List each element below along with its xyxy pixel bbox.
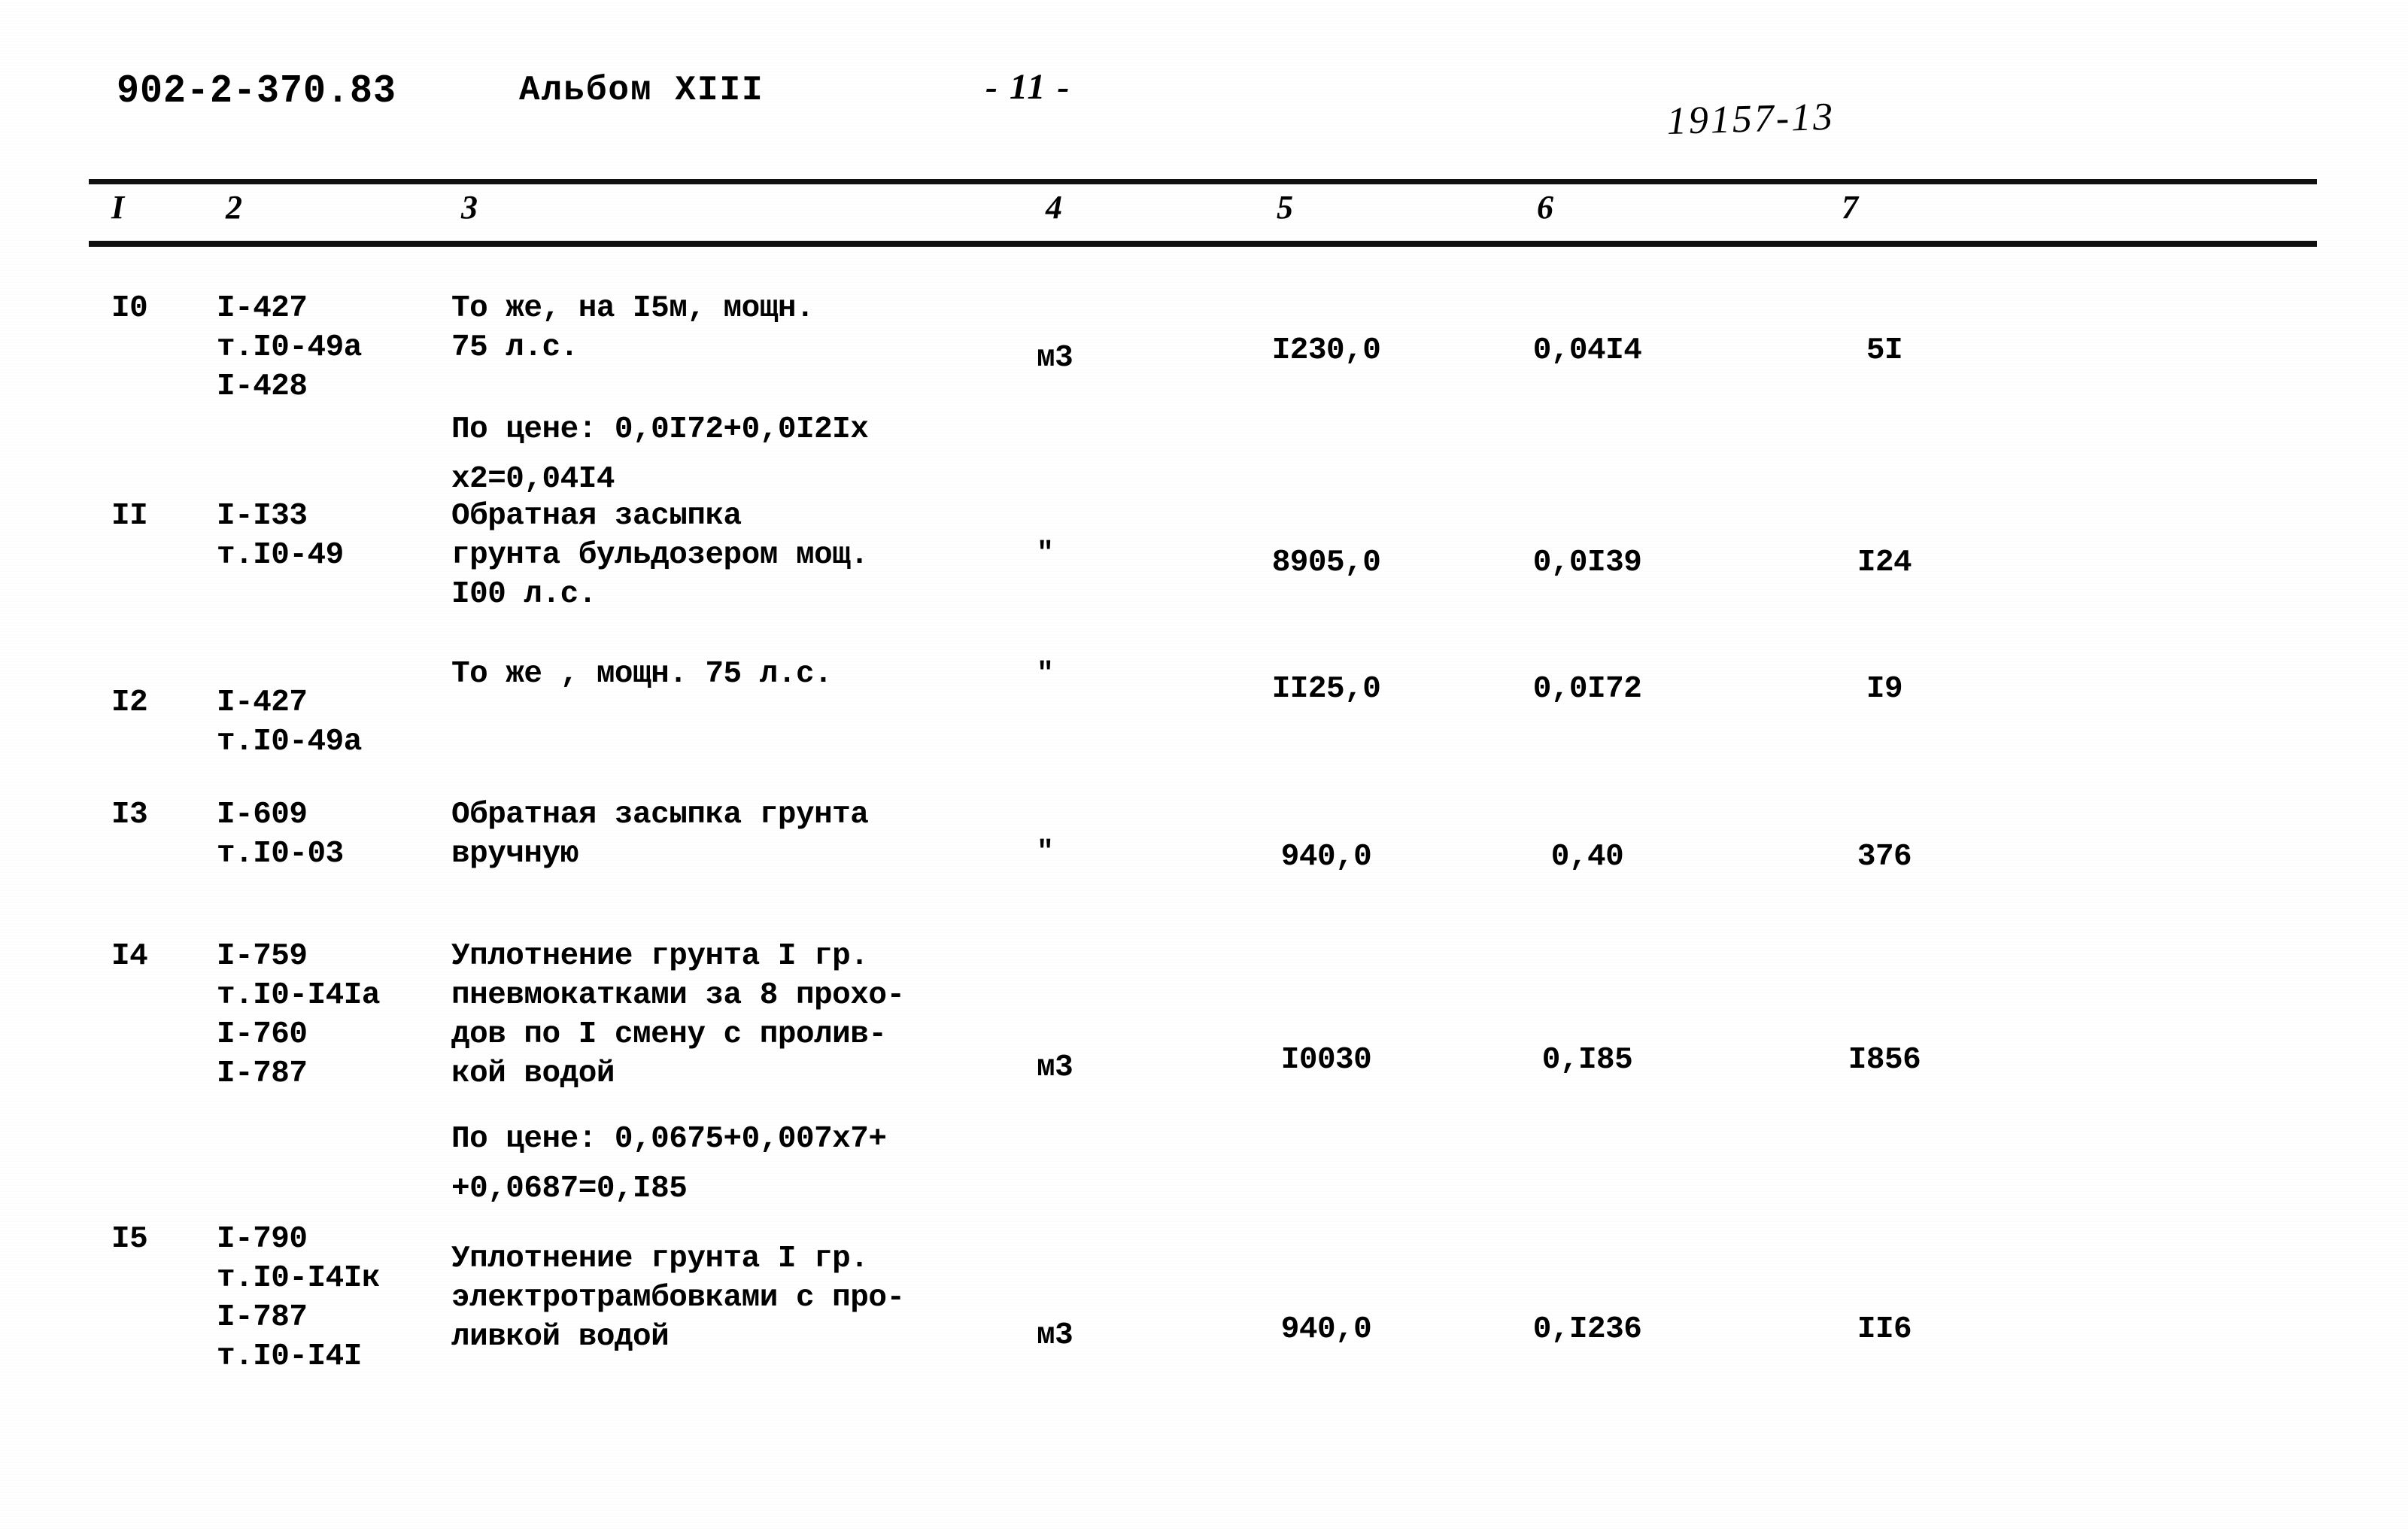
table-row: I2 I-427 т.I0-49а То же , мощн. 75 л.с. … — [0, 655, 2408, 779]
row-quantity: 8905,0 — [1271, 546, 1381, 580]
table-column-headers: I 2 3 4 5 6 7 — [0, 188, 2408, 241]
row-description: Уплотнение грунта I гр. пневмокатками за… — [451, 939, 905, 1091]
table-row: I5 I-790 т.I0-I4Iк I-787 т.I0-I4I Уплотн… — [0, 1208, 2408, 1374]
column-header-7: 7 — [1842, 189, 1858, 226]
row-unit: " — [1037, 658, 1054, 690]
row-unit-price: 0,I85 — [1541, 1043, 1633, 1078]
table-row: I0 I-427 т.I0-49а I-428 То же, на I5м, м… — [0, 256, 2408, 497]
column-header-3: 3 — [461, 189, 478, 226]
row-description: То же , мощн. 75 л.с. — [451, 657, 833, 692]
column-header-5: 5 — [1277, 189, 1293, 226]
archive-stamp-number: 19157-13 — [1666, 95, 1836, 143]
row-unit: " — [1037, 836, 1054, 868]
row-quantity: 940,0 — [1280, 840, 1372, 874]
row-unit-price: 0,40 — [1550, 840, 1624, 874]
row-price-formula: По цене: 0,0675+0,007х7+ +0,0687=0,I85 — [451, 1122, 887, 1206]
table-row: II I-I33 т.I0-49 Обратная засыпка грунта… — [0, 482, 2408, 655]
row-total: II6 — [1857, 1312, 1912, 1347]
row-quantity: I0030 — [1280, 1043, 1372, 1078]
row-unit-price: 0,0I72 — [1532, 672, 1642, 707]
row-unit: м3 — [1037, 1050, 1073, 1085]
row-description: Уплотнение грунта I гр. электротрамбовка… — [451, 1242, 905, 1354]
row-norm-code: I-I33 т.I0-49 — [217, 499, 344, 573]
row-total: I24 — [1857, 546, 1912, 580]
row-norm-code: I-427 т.I0-49а I-428 — [217, 291, 362, 404]
row-quantity: II25,0 — [1271, 672, 1381, 707]
row-quantity: I230,0 — [1271, 333, 1381, 368]
column-header-1: I — [111, 189, 125, 226]
column-header-2: 2 — [226, 189, 242, 226]
row-number: I2 — [111, 685, 148, 720]
document-page: 902-2-370.83 Альбом XIII - 11 - 19157-13… — [0, 0, 2408, 1529]
table-row: I4 I-759 т.I0-I4Iа I-760 I-787 Уплотнени… — [0, 922, 2408, 1208]
row-description: То же, на I5м, мощн. 75 л.с. — [451, 291, 815, 365]
row-total: I9 — [1866, 672, 1903, 707]
row-norm-code: I-609 т.I0-03 — [217, 798, 344, 871]
document-header: 902-2-370.83 Альбом XIII - 11 - 19157-13 — [0, 67, 2408, 143]
row-number: II — [111, 499, 148, 533]
row-number: I4 — [111, 939, 148, 974]
album-label: Альбом XIII — [519, 71, 764, 110]
row-norm-code: I-790 т.I0-I4Iк I-787 т.I0-I4I — [217, 1222, 380, 1374]
row-quantity: 940,0 — [1280, 1312, 1372, 1347]
row-total: 376 — [1857, 840, 1912, 874]
row-unit-price: 0,I236 — [1532, 1312, 1642, 1347]
row-unit: " — [1037, 537, 1054, 570]
header-rule-bottom — [89, 241, 2317, 247]
row-unit: м3 — [1037, 1318, 1073, 1353]
document-code: 902-2-370.83 — [117, 69, 397, 114]
row-unit: м3 — [1037, 341, 1073, 375]
column-header-4: 4 — [1046, 189, 1062, 226]
table-body: I0 I-427 т.I0-49а I-428 То же, на I5м, м… — [0, 256, 2408, 1374]
row-unit-price: 0,0I39 — [1532, 546, 1642, 580]
row-norm-code: I-759 т.I0-I4Iа I-760 I-787 — [217, 939, 380, 1091]
row-norm-code: I-427 т.I0-49а — [217, 685, 362, 759]
header-rule-top — [89, 179, 2317, 184]
page-number: - 11 - — [985, 67, 1071, 107]
row-description: Обратная засыпка грунта вручную — [451, 798, 869, 871]
row-number: I5 — [111, 1222, 148, 1257]
row-total: I856 — [1848, 1043, 1921, 1078]
row-description: Обратная засыпка грунта бульдозером мощ.… — [451, 499, 869, 612]
row-total: 5I — [1866, 333, 1903, 368]
row-number: I0 — [111, 291, 148, 326]
row-number: I3 — [111, 798, 148, 832]
row-unit-price: 0,04I4 — [1532, 333, 1642, 368]
column-header-6: 6 — [1537, 189, 1553, 226]
table-row: I3 I-609 т.I0-03 Обратная засыпка грунта… — [0, 779, 2408, 922]
